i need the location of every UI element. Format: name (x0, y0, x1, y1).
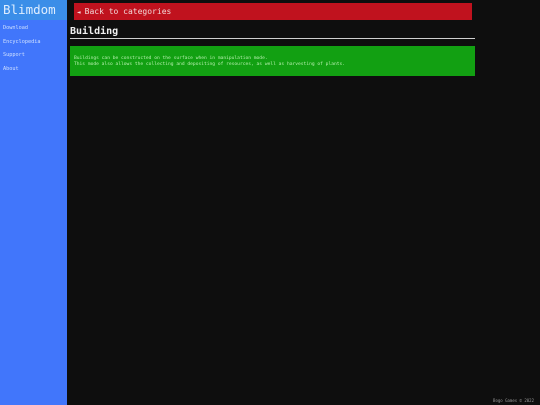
sidebar-item-about[interactable]: About (0, 63, 67, 77)
sidebar-item-encyclopedia[interactable]: Encyclopedia (0, 36, 67, 50)
description-box: Buildings can be constructed on the surf… (70, 46, 475, 76)
sidebar: Blimdom Download Encyclopedia Support Ab… (0, 0, 67, 405)
sidebar-nav: Download Encyclopedia Support About (0, 20, 67, 76)
left-triangle-icon: ◄ (77, 9, 81, 16)
sidebar-item-download[interactable]: Download (0, 22, 67, 36)
back-button-label: Back to categories (84, 7, 172, 16)
back-to-categories-button[interactable]: ◄ Back to categories (74, 3, 472, 20)
description-line: This mode also allows the collecting and… (74, 62, 346, 67)
page-title: Building (70, 26, 119, 37)
footer-copyright: Bogo Games © 2022 (493, 398, 534, 403)
main-content: ◄ Back to categories Building Buildings c… (67, 0, 540, 405)
page: Blimdom Download Encyclopedia Support Ab… (0, 0, 540, 405)
sidebar-item-support[interactable]: Support (0, 49, 67, 63)
site-logo[interactable]: Blimdom (0, 0, 67, 20)
title-divider (70, 38, 475, 39)
